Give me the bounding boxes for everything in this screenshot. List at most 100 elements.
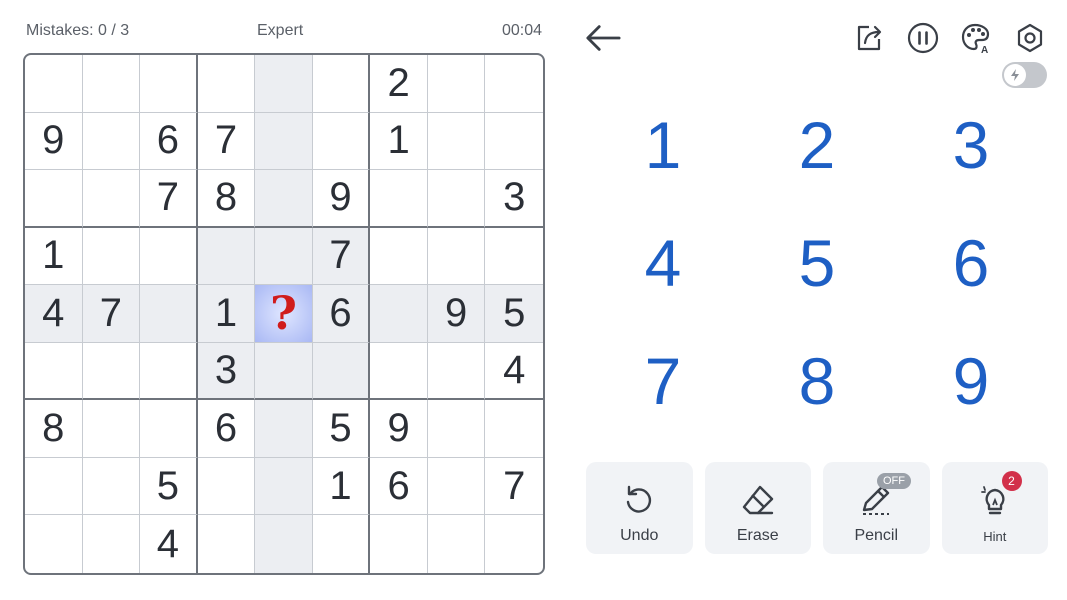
sudoku-cell-r3-c5[interactable] — [255, 170, 313, 228]
sudoku-cell-r4-c5[interactable] — [255, 227, 313, 286]
sudoku-cell-r5-c4[interactable]: 1 — [197, 285, 256, 343]
sudoku-cell-r6-c2[interactable] — [82, 342, 141, 401]
back-arrow-icon[interactable] — [585, 20, 621, 56]
sudoku-cell-r8-c4[interactable] — [197, 457, 256, 516]
sudoku-cell-r8-c6[interactable]: 1 — [312, 457, 371, 516]
sudoku-cell-r8-c5[interactable] — [255, 457, 313, 516]
number-button-7[interactable]: 7 — [586, 322, 740, 440]
sudoku-cell-r4-c8[interactable] — [427, 227, 486, 286]
sudoku-cell-r2-c4[interactable]: 7 — [197, 112, 256, 171]
sudoku-cell-r6-c4[interactable]: 3 — [197, 342, 256, 401]
sudoku-cell-r5-c7[interactable] — [370, 285, 428, 343]
sudoku-cell-r6-c8[interactable] — [427, 342, 486, 401]
sudoku-cell-r5-c2[interactable]: 7 — [82, 285, 141, 343]
sudoku-cell-r6-c9[interactable]: 4 — [485, 343, 543, 401]
sudoku-cell-r8-c9[interactable]: 7 — [485, 458, 543, 516]
sudoku-cell-r3-c3[interactable]: 7 — [140, 170, 198, 228]
sudoku-cell-r8-c7[interactable]: 6 — [370, 457, 428, 516]
number-button-5[interactable]: 5 — [740, 204, 894, 322]
sudoku-cell-r3-c8[interactable] — [427, 170, 486, 228]
fast-mode-toggle[interactable] — [1002, 62, 1047, 88]
sudoku-cell-r2-c3[interactable]: 6 — [140, 112, 198, 171]
sudoku-cell-r9-c4[interactable] — [198, 515, 256, 573]
sudoku-cell-r1-c4[interactable] — [197, 55, 256, 113]
sudoku-cell-r6-c1[interactable] — [25, 342, 83, 401]
sudoku-cell-r5-c6[interactable]: 6 — [312, 285, 371, 343]
sudoku-cell-r4-c1[interactable]: 1 — [25, 227, 83, 286]
sudoku-cell-r7-c2[interactable] — [82, 400, 141, 458]
sudoku-cell-r3-c2[interactable] — [82, 170, 141, 228]
sudoku-cell-r9-c1[interactable] — [25, 515, 83, 573]
sudoku-cell-r8-c2[interactable] — [82, 457, 141, 516]
sudoku-cell-r5-c8[interactable]: 9 — [427, 285, 486, 343]
sudoku-cell-r6-c3[interactable] — [140, 342, 198, 401]
sudoku-cell-r7-c7[interactable]: 9 — [370, 400, 428, 458]
sudoku-cell-r4-c7[interactable] — [370, 227, 428, 286]
sudoku-cell-r3-c7[interactable] — [370, 170, 428, 228]
number-button-8[interactable]: 8 — [740, 322, 894, 440]
sudoku-cell-r4-c6[interactable]: 7 — [312, 227, 371, 286]
theme-palette-icon[interactable]: A — [958, 20, 994, 56]
sudoku-cell-r9-c5[interactable] — [255, 515, 313, 573]
sudoku-cell-r2-c9[interactable] — [485, 113, 543, 171]
sudoku-cell-r2-c7[interactable]: 1 — [370, 112, 428, 171]
sudoku-cell-r9-c3[interactable]: 4 — [140, 515, 198, 573]
sudoku-cell-r3-c1[interactable] — [25, 170, 83, 228]
sudoku-cell-r5-c1[interactable]: 4 — [25, 285, 83, 343]
sudoku-cell-r2-c6[interactable] — [312, 112, 371, 171]
sudoku-cell-r7-c4[interactable]: 6 — [197, 400, 256, 458]
erase-button[interactable]: Erase — [704, 462, 811, 554]
number-button-1[interactable]: 1 — [586, 86, 740, 204]
sudoku-cell-r7-c1[interactable]: 8 — [25, 400, 83, 458]
sudoku-cell-r8-c3[interactable]: 5 — [140, 457, 198, 516]
sudoku-cell-r7-c8[interactable] — [427, 400, 486, 458]
sudoku-cell-r1-c8[interactable] — [427, 55, 486, 113]
sudoku-cell-r2-c8[interactable] — [427, 112, 486, 171]
settings-gear-icon[interactable] — [1012, 20, 1048, 56]
number-button-6[interactable]: 6 — [894, 204, 1048, 322]
sudoku-cell-r1-c7[interactable]: 2 — [370, 55, 428, 113]
sudoku-cell-r4-c9[interactable] — [485, 228, 543, 286]
sudoku-cell-r7-c5[interactable] — [255, 400, 313, 458]
sudoku-cell-r6-c5[interactable] — [255, 342, 313, 401]
sudoku-cell-r3-c6[interactable]: 9 — [312, 170, 371, 228]
sudoku-cell-r1-c1[interactable] — [25, 55, 83, 113]
number-button-9[interactable]: 9 — [894, 322, 1048, 440]
sudoku-cell-r6-c6[interactable] — [312, 342, 371, 401]
sudoku-cell-r7-c6[interactable]: 5 — [312, 400, 371, 458]
undo-button[interactable]: Undo — [586, 462, 693, 554]
sudoku-cell-r2-c1[interactable]: 9 — [25, 112, 83, 171]
sudoku-cell-r1-c3[interactable] — [140, 55, 198, 113]
sudoku-cell-r7-c9[interactable] — [485, 400, 543, 458]
sudoku-cell-r9-c8[interactable] — [428, 515, 486, 573]
sudoku-cell-r7-c3[interactable] — [140, 400, 198, 458]
sudoku-cell-r8-c1[interactable] — [25, 457, 83, 516]
sudoku-cell-r4-c3[interactable] — [140, 227, 198, 286]
number-button-4[interactable]: 4 — [586, 204, 740, 322]
pause-icon[interactable] — [905, 20, 941, 56]
pencil-button[interactable]: OFF Pencil — [823, 462, 930, 554]
sudoku-cell-r2-c5[interactable] — [255, 112, 313, 171]
number-button-2[interactable]: 2 — [740, 86, 894, 204]
sudoku-cell-r1-c5[interactable] — [255, 55, 313, 113]
sudoku-cell-r4-c4[interactable] — [197, 227, 256, 286]
sudoku-cell-r2-c2[interactable] — [82, 112, 141, 171]
sudoku-cell-r9-c6[interactable] — [313, 515, 371, 573]
sudoku-cell-r1-c9[interactable] — [485, 55, 543, 113]
sudoku-cell-r8-c8[interactable] — [427, 457, 486, 516]
sudoku-cell-r5-c5[interactable]: ? — [255, 285, 313, 343]
sudoku-cell-r9-c2[interactable] — [83, 515, 141, 573]
sudoku-cell-r5-c3[interactable] — [140, 285, 198, 343]
number-button-3[interactable]: 3 — [894, 86, 1048, 204]
sudoku-cell-r5-c9[interactable]: 5 — [485, 285, 543, 343]
hint-button[interactable]: 2 Hint — [941, 462, 1048, 554]
sudoku-cell-r1-c2[interactable] — [82, 55, 141, 113]
sudoku-cell-r4-c2[interactable] — [82, 227, 141, 286]
sudoku-cell-r9-c7[interactable] — [370, 515, 428, 573]
sudoku-cell-r3-c4[interactable]: 8 — [197, 170, 256, 228]
sudoku-cell-r3-c9[interactable]: 3 — [485, 170, 543, 228]
sudoku-cell-r9-c9[interactable] — [485, 515, 543, 573]
share-icon[interactable] — [852, 20, 888, 56]
sudoku-cell-r6-c7[interactable] — [370, 342, 428, 401]
sudoku-cell-r1-c6[interactable] — [312, 55, 371, 113]
